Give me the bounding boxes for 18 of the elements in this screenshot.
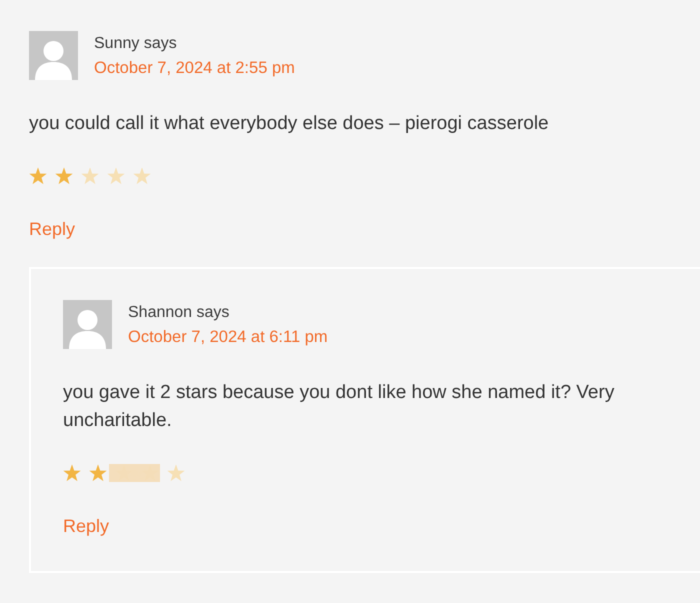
comment-author: Sunny says	[94, 34, 178, 54]
comment-date-link[interactable]: October 7, 2024 at 6:11 pm	[128, 325, 328, 349]
star-icon	[89, 464, 107, 482]
star-icon	[29, 167, 47, 185]
star-icon	[107, 167, 125, 185]
reply-link[interactable]: Reply	[63, 516, 110, 536]
reply-link[interactable]: Reply	[29, 219, 76, 239]
comment-date-link[interactable]: October 7, 2024 at 2:55 pm	[94, 56, 295, 80]
comment-text: you could call it what everybody else does – pierogi casserole	[29, 112, 550, 136]
star-icon	[63, 464, 81, 482]
star-icon	[167, 464, 185, 482]
star-icon	[81, 167, 99, 185]
comment-text: you gave it 2 stars because you dont like how she named it? Very uncharitable.	[63, 381, 616, 433]
star-icon	[55, 167, 73, 185]
avatar-silhouette-icon	[29, 31, 78, 80]
star-icon	[133, 167, 151, 185]
comment-author: Shannon says	[128, 303, 230, 323]
avatar-silhouette-icon	[63, 300, 112, 349]
